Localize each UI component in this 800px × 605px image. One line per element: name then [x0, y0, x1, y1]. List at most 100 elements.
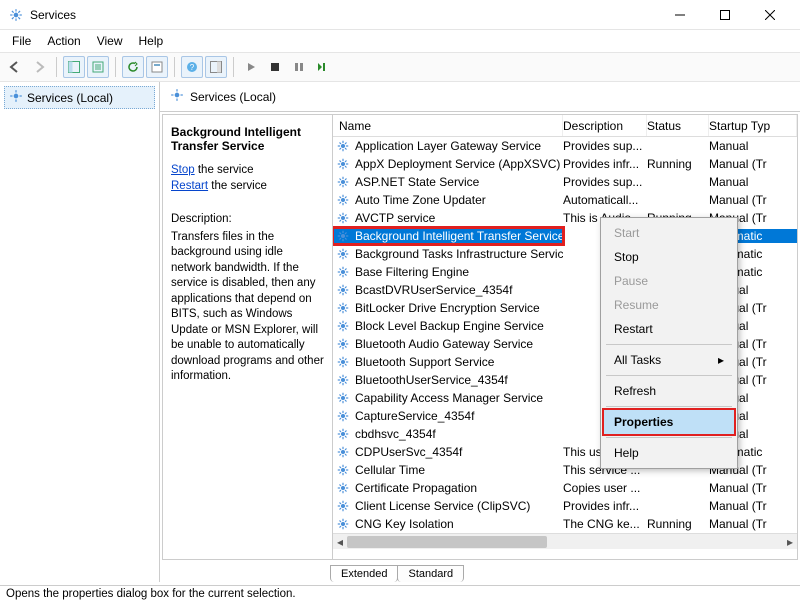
service-startup: Manual (Tr [709, 481, 797, 495]
tree-item-services-local[interactable]: Services (Local) [4, 86, 155, 109]
service-name: Background Tasks Infrastructure Service [355, 247, 563, 261]
help-button[interactable]: ? [181, 56, 203, 78]
service-name: Capability Access Manager Service [355, 391, 543, 405]
service-name: Bluetooth Audio Gateway Service [355, 337, 533, 351]
col-header-name[interactable]: Name [333, 115, 563, 136]
gear-icon [335, 264, 351, 280]
show-hide-action-pane-button[interactable] [205, 56, 227, 78]
col-header-description[interactable]: Description [563, 115, 647, 136]
col-header-startup[interactable]: Startup Typ [709, 115, 797, 136]
gear-icon [335, 462, 351, 478]
toolbar: ? [0, 52, 800, 82]
service-row[interactable]: ASP.NET State ServiceProvides sup...Manu… [333, 173, 797, 191]
back-button[interactable] [4, 56, 26, 78]
service-row[interactable]: CNG Key IsolationThe CNG ke...RunningMan… [333, 515, 797, 533]
service-name: Client License Service (ClipSVC) [355, 499, 530, 513]
scroll-left-icon[interactable]: ◂ [333, 534, 347, 550]
menu-file[interactable]: File [4, 32, 39, 50]
service-name: BluetoothUserService_4354f [355, 373, 508, 387]
restart-service-link[interactable]: Restart [171, 180, 208, 192]
service-startup: Manual (Tr [709, 499, 797, 513]
service-row[interactable]: Client License Service (ClipSVC) Provides… [333, 497, 797, 515]
description-text: Transfers files in the background using … [171, 230, 324, 385]
service-startup: Manual [709, 139, 797, 153]
restart-service-button[interactable] [312, 56, 334, 78]
horizontal-scrollbar[interactable]: ◂ ▸ [333, 533, 797, 549]
services-icon [170, 88, 184, 105]
service-description: Automaticall... [563, 193, 647, 207]
statusbar: Opens the properties dialog box for the … [0, 585, 800, 605]
cm-help[interactable]: Help [604, 441, 734, 465]
tab-standard[interactable]: Standard [397, 565, 464, 582]
service-name: ASP.NET State Service [355, 175, 479, 189]
right-pane-title: Services (Local) [190, 90, 276, 104]
stop-service-button[interactable] [264, 56, 286, 78]
view-tabs: Extended Standard [160, 562, 800, 582]
close-button[interactable] [747, 1, 792, 29]
detail-pane: Background Intelligent Transfer Service … [163, 115, 333, 559]
service-name: BcastDVRUserService_4354f [355, 283, 512, 297]
service-startup: Manual (Tr [709, 193, 797, 207]
refresh-button[interactable] [122, 56, 144, 78]
menu-help[interactable]: Help [131, 32, 172, 50]
cm-pause: Pause [604, 269, 734, 293]
service-status: Running [647, 517, 709, 531]
cm-refresh[interactable]: Refresh [604, 379, 734, 403]
service-row[interactable]: Certificate PropagationCopies user ...Ma… [333, 479, 797, 497]
service-name: Bluetooth Support Service [355, 355, 494, 369]
window-title: Services [30, 8, 657, 22]
gear-icon [335, 390, 351, 406]
maximize-button[interactable] [702, 1, 747, 29]
description-label: Description: [171, 212, 324, 228]
gear-icon [335, 318, 351, 334]
svg-text:?: ? [190, 63, 195, 72]
gear-icon [335, 192, 351, 208]
services-icon [9, 89, 23, 106]
tree-item-label: Services (Local) [27, 91, 113, 105]
cm-stop[interactable]: Stop [604, 245, 734, 269]
start-service-button[interactable] [240, 56, 262, 78]
menu-action[interactable]: Action [39, 32, 88, 50]
service-description: The CNG ke... [563, 517, 647, 531]
cm-all-tasks[interactable]: All Tasks ▸ [604, 348, 734, 372]
titlebar: Services [0, 0, 800, 30]
service-name: CDPUserSvc_4354f [355, 445, 462, 459]
scroll-right-icon[interactable]: ▸ [783, 534, 797, 550]
service-description: Provides sup... [563, 175, 647, 189]
properties-button[interactable] [146, 56, 168, 78]
gear-icon [335, 354, 351, 370]
cm-restart[interactable]: Restart [604, 317, 734, 341]
cm-properties[interactable]: Properties [602, 408, 736, 436]
tab-extended[interactable]: Extended [330, 565, 398, 582]
service-description: Provides sup... [563, 139, 647, 153]
context-menu: Start Stop Pause Resume Restart All Task… [600, 217, 738, 469]
service-name: Base Filtering Engine [355, 265, 469, 279]
service-name: Cellular Time [355, 463, 425, 477]
show-hide-console-tree-button[interactable] [63, 56, 85, 78]
service-name: cbdhsvc_4354f [355, 427, 436, 441]
service-name: Block Level Backup Engine Service [355, 319, 544, 333]
gear-icon [335, 444, 351, 460]
service-description: Provides infr... [563, 499, 647, 513]
scroll-thumb[interactable] [347, 536, 547, 548]
minimize-button[interactable] [657, 1, 702, 29]
app-icon [8, 7, 24, 23]
gear-icon [335, 210, 351, 226]
gear-icon [335, 426, 351, 442]
service-name: CNG Key Isolation [355, 517, 454, 531]
menu-view[interactable]: View [89, 32, 131, 50]
chevron-right-icon: ▸ [718, 353, 724, 367]
service-row[interactable]: AppX Deployment Service (AppXSVC)Provide… [333, 155, 797, 173]
right-pane-header: Services (Local) [160, 82, 800, 112]
forward-button[interactable] [28, 56, 50, 78]
gear-icon [335, 498, 351, 514]
pause-service-button[interactable] [288, 56, 310, 78]
export-list-button[interactable] [87, 56, 109, 78]
service-startup: Manual (Tr [709, 157, 797, 171]
service-row[interactable]: Auto Time Zone UpdaterAutomaticall...Man… [333, 191, 797, 209]
stop-service-link[interactable]: Stop [171, 164, 195, 176]
service-name: Background Intelligent Transfer Service [355, 229, 563, 243]
col-header-status[interactable]: Status [647, 115, 709, 136]
cm-resume: Resume [604, 293, 734, 317]
service-row[interactable]: Application Layer Gateway ServiceProvide… [333, 137, 797, 155]
